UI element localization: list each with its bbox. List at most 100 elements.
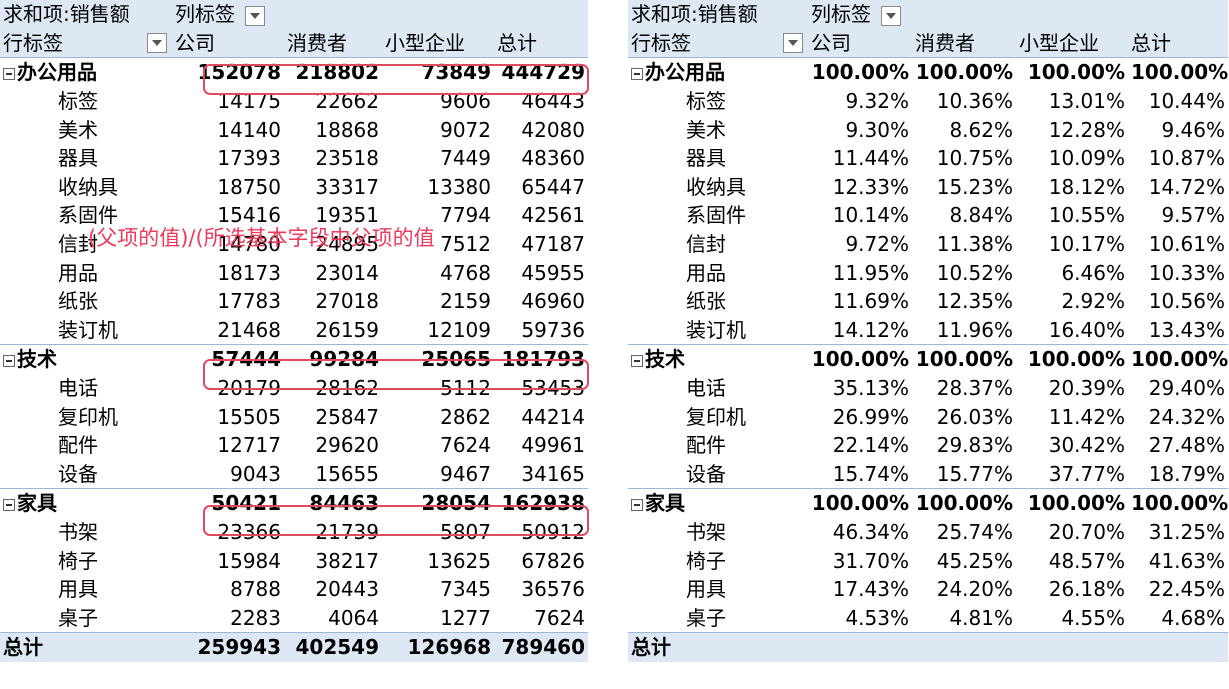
value-cell[interactable]: 12717 bbox=[172, 431, 284, 460]
value-cell[interactable]: 28162 bbox=[284, 374, 382, 403]
item-label[interactable]: 配件 bbox=[0, 431, 172, 460]
subtotal-cell[interactable]: 100.00% bbox=[912, 344, 1016, 374]
value-cell[interactable]: 8.84% bbox=[912, 201, 1016, 230]
value-cell[interactable]: 13.01% bbox=[1016, 87, 1128, 116]
value-cell[interactable]: 11.44% bbox=[808, 144, 912, 173]
value-cell[interactable]: 48360 bbox=[494, 144, 588, 173]
subtotal-cell[interactable]: 100.00% bbox=[912, 488, 1016, 518]
value-cell[interactable]: 17.43% bbox=[808, 575, 912, 604]
item-label[interactable]: 椅子 bbox=[0, 546, 172, 575]
value-cell[interactable]: 15.74% bbox=[808, 460, 912, 489]
value-cell[interactable]: 10.75% bbox=[912, 144, 1016, 173]
value-cell[interactable]: 10.17% bbox=[1016, 230, 1128, 259]
value-cell[interactable]: 15505 bbox=[172, 402, 284, 431]
item-label[interactable]: 椅子 bbox=[628, 546, 808, 575]
group-label-cell[interactable]: 家具 bbox=[628, 488, 808, 518]
subtotal-cell[interactable]: 100.00% bbox=[1128, 344, 1228, 374]
subtotal-cell[interactable]: 57444 bbox=[172, 344, 284, 374]
value-cell[interactable]: 25847 bbox=[284, 402, 382, 431]
grand-total-cell[interactable] bbox=[912, 632, 1016, 662]
value-cell[interactable]: 9.57% bbox=[1128, 201, 1228, 230]
subtotal-cell[interactable]: 444729 bbox=[494, 57, 588, 87]
item-label[interactable]: 装订机 bbox=[628, 316, 808, 345]
value-cell[interactable]: 22662 bbox=[284, 87, 382, 116]
value-cell[interactable]: 14.12% bbox=[808, 316, 912, 345]
subtotal-cell[interactable]: 100.00% bbox=[912, 57, 1016, 87]
value-cell[interactable]: 59736 bbox=[494, 316, 588, 345]
value-cell[interactable]: 9.46% bbox=[1128, 115, 1228, 144]
value-cell[interactable]: 5807 bbox=[382, 518, 494, 547]
subtotal-cell[interactable]: 100.00% bbox=[1128, 57, 1228, 87]
value-cell[interactable]: 18173 bbox=[172, 258, 284, 287]
value-cell[interactable]: 18868 bbox=[284, 115, 382, 144]
value-cell[interactable]: 38217 bbox=[284, 546, 382, 575]
value-cell[interactable]: 20.39% bbox=[1016, 374, 1128, 403]
value-cell[interactable]: 36576 bbox=[494, 575, 588, 604]
value-cell[interactable]: 23518 bbox=[284, 144, 382, 173]
value-cell[interactable]: 25.74% bbox=[912, 518, 1016, 547]
value-cell[interactable]: 1277 bbox=[382, 603, 494, 632]
value-cell[interactable]: 11.42% bbox=[1016, 402, 1128, 431]
item-label[interactable]: 电话 bbox=[628, 374, 808, 403]
item-label[interactable]: 设备 bbox=[0, 460, 172, 489]
subtotal-cell[interactable]: 28054 bbox=[382, 488, 494, 518]
value-cell[interactable]: 29620 bbox=[284, 431, 382, 460]
value-cell[interactable]: 18.79% bbox=[1128, 460, 1228, 489]
item-label[interactable]: 书架 bbox=[628, 518, 808, 547]
value-cell[interactable]: 2.92% bbox=[1016, 287, 1128, 316]
subtotal-cell[interactable]: 25065 bbox=[382, 344, 494, 374]
value-cell[interactable]: 29.83% bbox=[912, 431, 1016, 460]
value-cell[interactable]: 22.45% bbox=[1128, 575, 1228, 604]
value-cell[interactable]: 13380 bbox=[382, 173, 494, 202]
value-cell[interactable]: 7624 bbox=[494, 603, 588, 632]
item-label[interactable]: 复印机 bbox=[0, 402, 172, 431]
value-cell[interactable]: 23366 bbox=[172, 518, 284, 547]
value-cell[interactable]: 47187 bbox=[494, 230, 588, 259]
item-label[interactable]: 桌子 bbox=[628, 603, 808, 632]
subtotal-cell[interactable]: 100.00% bbox=[808, 488, 912, 518]
value-cell[interactable]: 10.33% bbox=[1128, 258, 1228, 287]
group-label-cell[interactable]: 办公用品 bbox=[628, 57, 808, 87]
value-cell[interactable]: 12.28% bbox=[1016, 115, 1128, 144]
subtotal-cell[interactable]: 50421 bbox=[172, 488, 284, 518]
value-cell[interactable]: 37.77% bbox=[1016, 460, 1128, 489]
value-cell[interactable]: 24.32% bbox=[1128, 402, 1228, 431]
value-cell[interactable]: 11.38% bbox=[912, 230, 1016, 259]
value-cell[interactable]: 26.99% bbox=[808, 402, 912, 431]
value-cell[interactable]: 24.20% bbox=[912, 575, 1016, 604]
value-cell[interactable]: 27.48% bbox=[1128, 431, 1228, 460]
item-label[interactable]: 收纳具 bbox=[628, 173, 808, 202]
collapse-minus-icon[interactable] bbox=[3, 67, 15, 80]
value-cell[interactable]: 26.03% bbox=[912, 402, 1016, 431]
value-cell[interactable]: 6.46% bbox=[1016, 258, 1128, 287]
item-label[interactable]: 桌子 bbox=[0, 603, 172, 632]
value-cell[interactable]: 10.87% bbox=[1128, 144, 1228, 173]
subtotal-cell[interactable]: 99284 bbox=[284, 344, 382, 374]
grand-total-cell[interactable]: 259943 bbox=[172, 632, 284, 662]
value-cell[interactable]: 65447 bbox=[494, 173, 588, 202]
value-cell[interactable]: 5112 bbox=[382, 374, 494, 403]
value-cell[interactable]: 28.37% bbox=[912, 374, 1016, 403]
value-cell[interactable]: 8788 bbox=[172, 575, 284, 604]
value-cell[interactable]: 7345 bbox=[382, 575, 494, 604]
collapse-minus-icon[interactable] bbox=[3, 354, 15, 367]
value-cell[interactable]: 4.68% bbox=[1128, 603, 1228, 632]
value-cell[interactable]: 9.32% bbox=[808, 87, 912, 116]
value-cell[interactable]: 10.36% bbox=[912, 87, 1016, 116]
value-cell[interactable]: 9072 bbox=[382, 115, 494, 144]
value-cell[interactable]: 15984 bbox=[172, 546, 284, 575]
subtotal-cell[interactable]: 100.00% bbox=[1016, 57, 1128, 87]
value-cell[interactable]: 13.43% bbox=[1128, 316, 1228, 345]
value-cell[interactable]: 11.95% bbox=[808, 258, 912, 287]
group-label-cell[interactable]: 家具 bbox=[0, 488, 172, 518]
value-cell[interactable]: 46443 bbox=[494, 87, 588, 116]
item-label[interactable]: 纸张 bbox=[0, 287, 172, 316]
item-label[interactable]: 配件 bbox=[628, 431, 808, 460]
item-label[interactable]: 装订机 bbox=[0, 316, 172, 345]
item-label[interactable]: 设备 bbox=[628, 460, 808, 489]
value-cell[interactable]: 14.72% bbox=[1128, 173, 1228, 202]
value-cell[interactable]: 31.70% bbox=[808, 546, 912, 575]
value-cell[interactable]: 4.81% bbox=[912, 603, 1016, 632]
value-cell[interactable]: 26159 bbox=[284, 316, 382, 345]
value-cell[interactable]: 14140 bbox=[172, 115, 284, 144]
